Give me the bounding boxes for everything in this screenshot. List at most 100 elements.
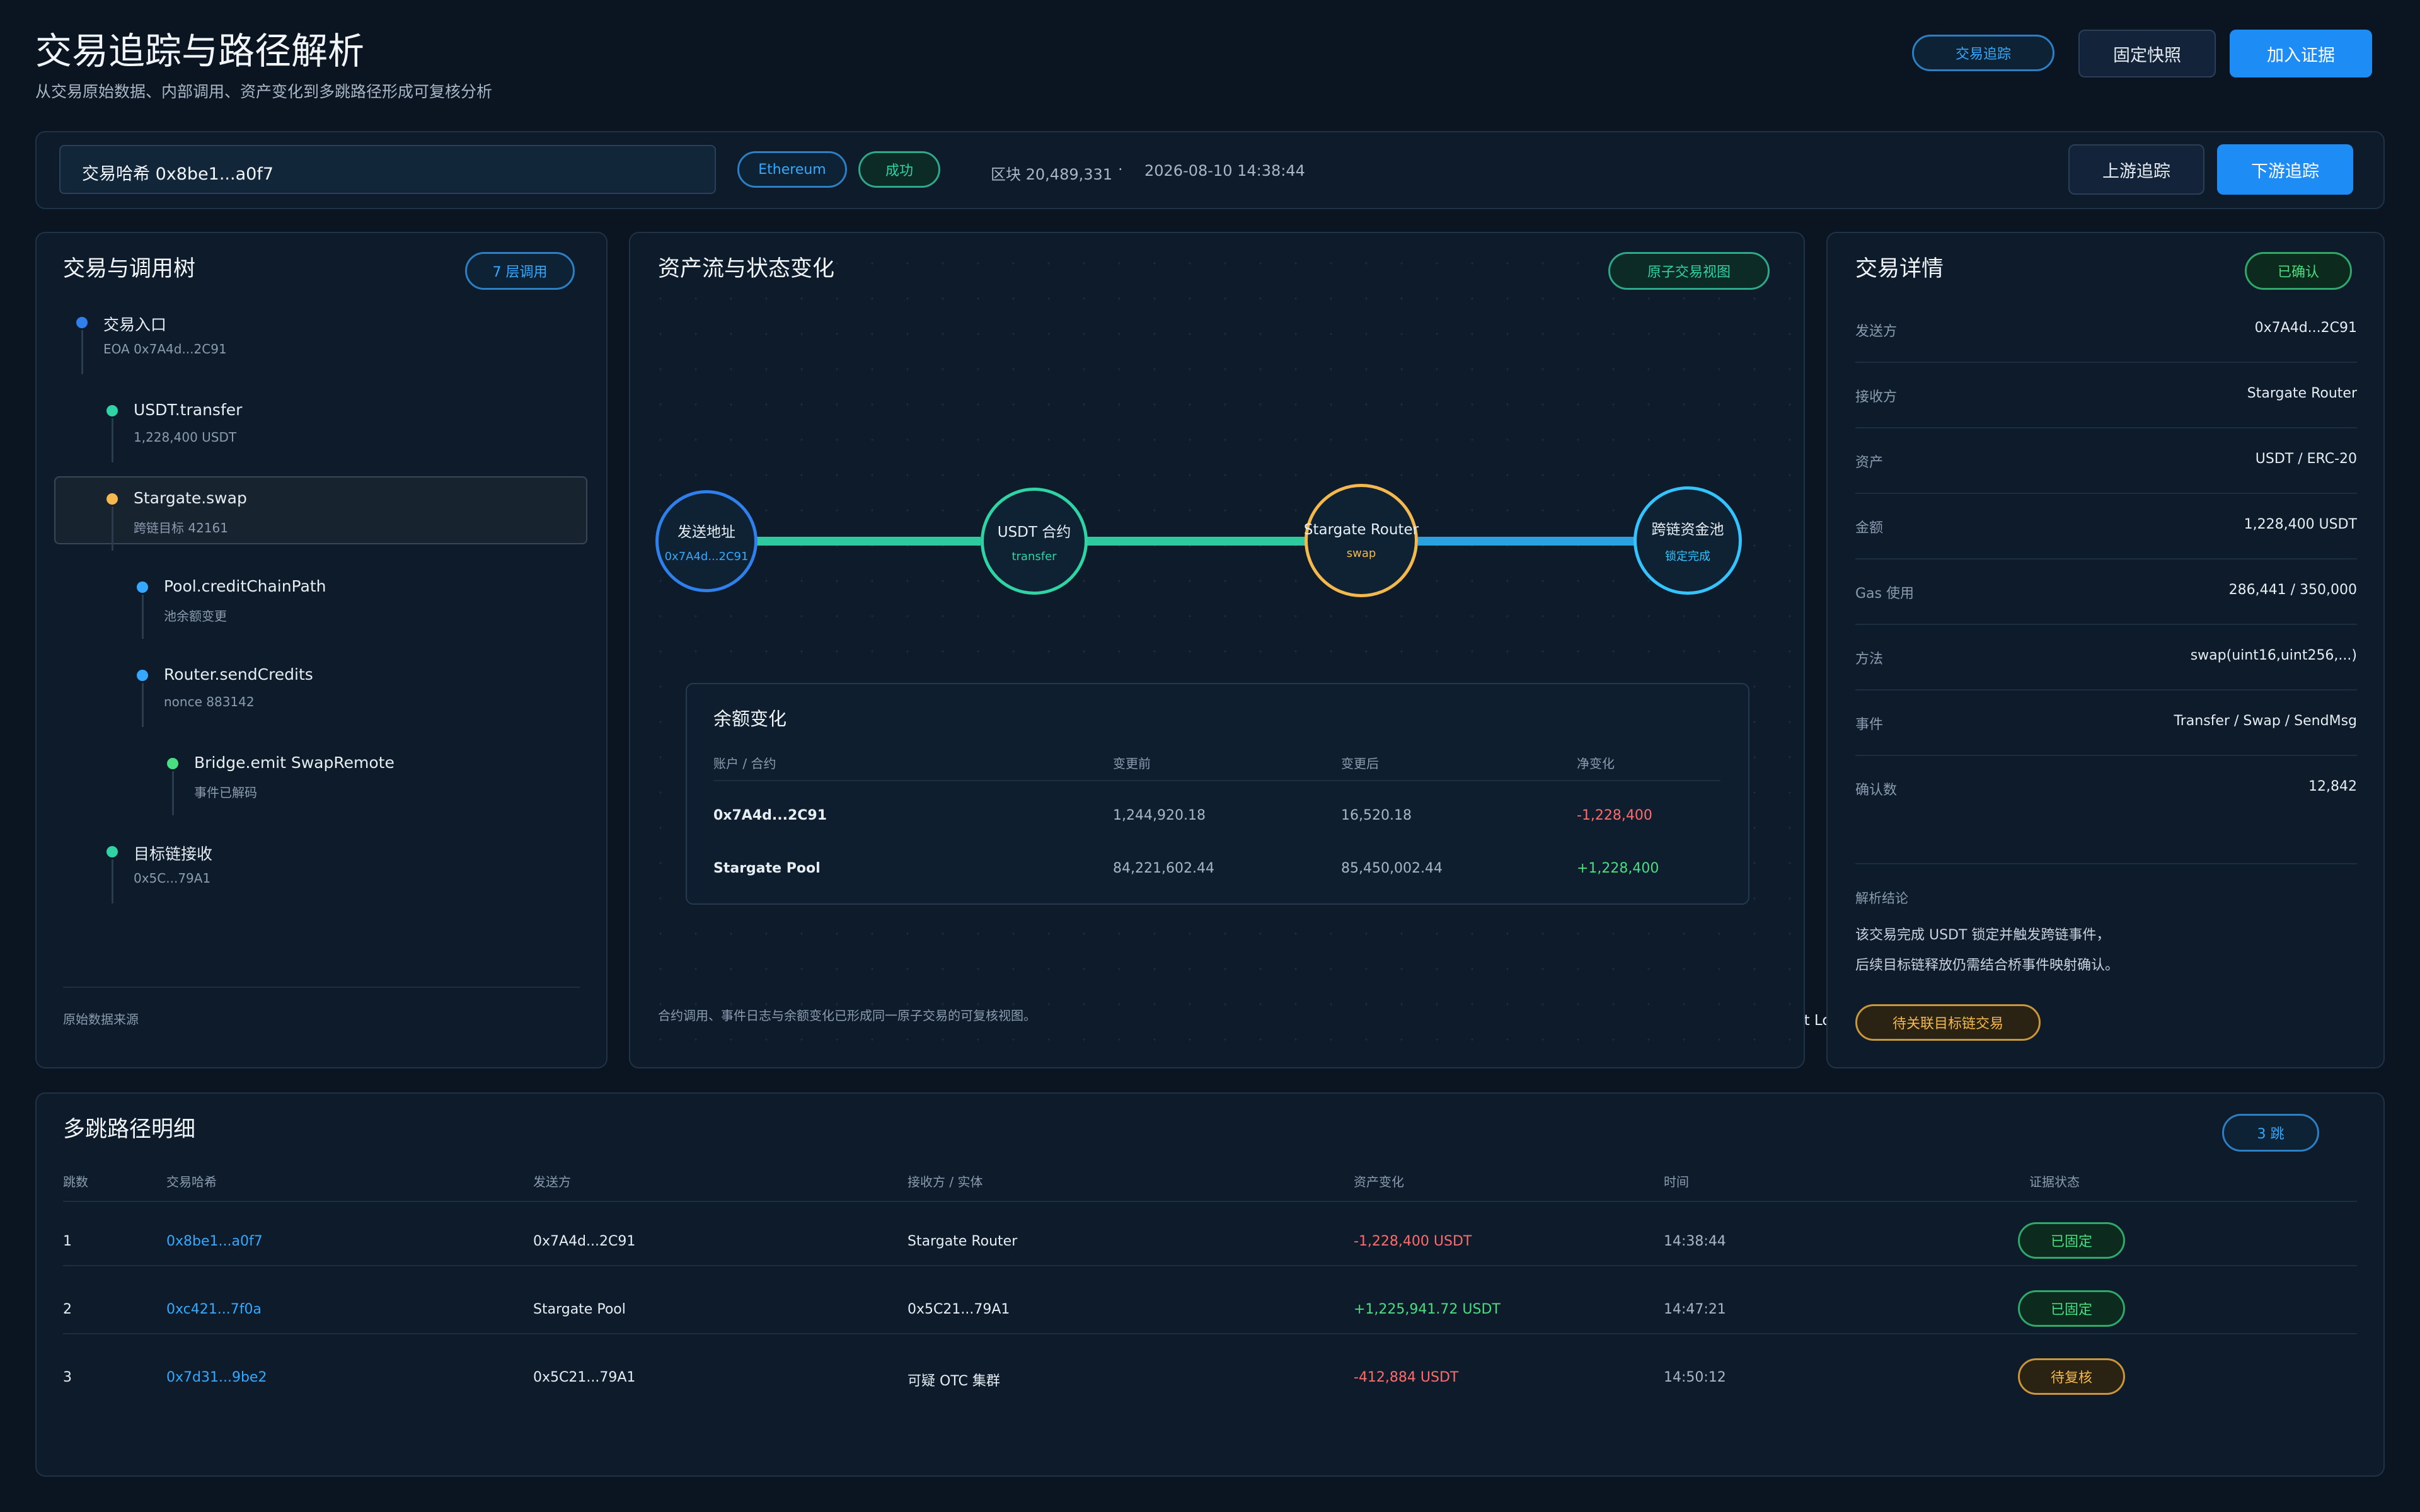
hop-time: 14:50:12: [1664, 1370, 1726, 1385]
hop-asset-change: -1,228,400 USDT: [1354, 1234, 1472, 1249]
flow-node-sub: transfer: [1011, 549, 1057, 563]
detail-row: Gas 使用 286,441 / 350,000: [1855, 559, 2357, 625]
call-depth-badge: 7 层调用: [465, 252, 575, 290]
evidence-status-badge[interactable]: 待复核: [2018, 1358, 2125, 1395]
hop-col-from: 发送方: [533, 1174, 571, 1189]
call-node-title[interactable]: USDT.transfer: [134, 401, 242, 419]
detail-value: Transfer / Swap / SendMsg: [2174, 713, 2357, 729]
call-node-sub: EOA 0x7A4d...2C91: [103, 341, 227, 357]
call-node-sub: nonce 883142: [164, 694, 255, 709]
detail-row: 接收方 Stargate Router: [1855, 363, 2357, 428]
call-node-dot: [107, 846, 118, 857]
call-node-title[interactable]: 目标链接收: [134, 842, 212, 864]
balance-col-delta: 净变化: [1577, 756, 1615, 771]
detail-label: 确认数: [1855, 782, 1898, 798]
flow-node-sender[interactable]: 发送地址 0x7A4d...2C91: [655, 490, 758, 592]
hop-tx-hash[interactable]: 0xc421...7f0a: [166, 1302, 262, 1317]
flow-edge-1: [756, 537, 981, 546]
balance-row-delta: -1,228,400: [1577, 808, 1652, 823]
downstream-trace-button[interactable]: 下游追踪: [2217, 144, 2353, 195]
hop-index: 2: [63, 1302, 72, 1317]
flow-node-title: USDT 合约: [997, 524, 1071, 541]
call-tree-divider: [63, 987, 580, 988]
mode-pill-trace[interactable]: 交易追踪: [1912, 35, 2054, 71]
multi-hop-panel: [35, 1092, 2385, 1477]
call-node-dot: [107, 493, 118, 505]
hop-row-divider: [63, 1265, 2357, 1266]
asset-flow-note: 合约调用、事件日志与余额变化已形成同一原子交易的可复核视图。: [658, 1008, 1036, 1023]
detail-row: 事件 Transfer / Swap / SendMsg: [1855, 690, 2357, 756]
balance-row-before: 84,221,602.44: [1113, 861, 1214, 876]
flow-node-sub: 锁定完成: [1665, 550, 1710, 563]
tx-details-title: 交易详情: [1855, 256, 1944, 282]
hop-col-index: 跳数: [63, 1174, 88, 1189]
call-node-connector: [172, 771, 174, 815]
hop-count-badge: 3 跳: [2222, 1114, 2319, 1152]
hop-from: Stargate Pool: [533, 1302, 626, 1317]
hop-asset-change: +1,225,941.72 USDT: [1354, 1302, 1501, 1317]
atomic-view-badge[interactable]: 原子交易视图: [1608, 252, 1770, 290]
flow-node-title: Stargate Router: [1303, 521, 1419, 538]
source-label: 原始数据来源: [63, 1012, 139, 1027]
call-node-dot: [167, 758, 178, 769]
hop-col-time: 时间: [1664, 1174, 1689, 1189]
detail-row: 资产 USDT / ERC-20: [1855, 428, 2357, 494]
details-divider: [1855, 863, 2357, 864]
call-node-title[interactable]: Bridge.emit SwapRemote: [194, 753, 395, 772]
add-evidence-button[interactable]: 加入证据: [2230, 30, 2372, 77]
detail-row: 确认数 12,842: [1855, 756, 2357, 822]
hop-header-divider: [63, 1201, 2357, 1202]
call-tree-title: 交易与调用树: [63, 256, 196, 282]
snapshot-button[interactable]: 固定快照: [2078, 30, 2216, 77]
chain-badge: Ethereum: [737, 151, 847, 188]
tx-timestamp: 2026-08-10 14:38:44: [1144, 162, 1305, 180]
detail-value: Stargate Router: [2247, 386, 2357, 401]
detail-value: 12,842: [2308, 779, 2357, 794]
detail-value: swap(uint16,uint256,...): [2190, 648, 2357, 663]
status-badge: 成功: [858, 151, 940, 188]
flow-edge-3: [1418, 537, 1635, 546]
evidence-status-badge[interactable]: 已固定: [2018, 1290, 2125, 1327]
asset-flow-title: 资产流与状态变化: [658, 256, 835, 282]
hop-from: 0x5C21...79A1: [533, 1370, 636, 1385]
confirmed-badge: 已确认: [2245, 252, 2352, 290]
balance-col-after: 变更后: [1341, 756, 1379, 771]
call-node-sub: 事件已解码: [194, 785, 257, 800]
upstream-trace-button[interactable]: 上游追踪: [2068, 144, 2204, 195]
tx-hash-value: 交易哈希 0x8be1...a0f7: [82, 164, 274, 184]
hop-row-divider: [63, 1333, 2357, 1334]
detail-label: 事件: [1855, 717, 1884, 733]
asset-flow-panel: [629, 232, 1805, 1068]
hop-col-status: 证据状态: [2029, 1174, 2080, 1189]
flow-node-stargate-router[interactable]: Stargate Router swap: [1303, 484, 1419, 597]
call-node-dot: [137, 670, 148, 681]
call-node-sub: 跨链目标 42161: [134, 520, 228, 536]
evidence-status-badge[interactable]: 已固定: [2018, 1222, 2125, 1259]
hop-tx-hash[interactable]: 0x7d31...9be2: [166, 1370, 267, 1385]
flow-node-usdt-contract[interactable]: USDT 合约 transfer: [981, 488, 1088, 595]
hop-index: 3: [63, 1370, 72, 1385]
call-node-title[interactable]: 交易入口: [103, 312, 166, 335]
call-tree-panel: [35, 232, 608, 1068]
hop-col-hash: 交易哈希: [166, 1174, 217, 1189]
detail-label: 接收方: [1855, 389, 1898, 405]
call-node-title[interactable]: Pool.creditChainPath: [164, 577, 326, 595]
balance-row-delta: +1,228,400: [1577, 861, 1659, 876]
link-target-chain-button[interactable]: 待关联目标链交易: [1855, 1004, 2041, 1041]
flow-node-title: 跨链资金池: [1651, 522, 1724, 538]
flow-node-bridge-pool[interactable]: 跨链资金池 锁定完成: [1634, 486, 1742, 595]
call-node-connector: [112, 507, 113, 551]
hop-to: 0x5C21...79A1: [908, 1302, 1010, 1317]
call-node-title[interactable]: Router.sendCredits: [164, 665, 313, 684]
detail-label: 方法: [1855, 651, 1884, 667]
call-node-connector: [142, 595, 144, 639]
multi-hop-title: 多跳路径明细: [63, 1117, 196, 1142]
balance-row-account: 0x7A4d...2C91: [713, 808, 827, 823]
hop-time: 14:47:21: [1664, 1302, 1726, 1317]
flow-edge-2: [1086, 537, 1307, 546]
balance-col-before: 变更前: [1113, 756, 1151, 771]
detail-value: USDT / ERC-20: [2255, 451, 2357, 467]
hop-tx-hash[interactable]: 0x8be1...a0f7: [166, 1234, 263, 1249]
call-node-title[interactable]: Stargate.swap: [134, 489, 247, 507]
hop-to: 可疑 OTC 集群: [908, 1373, 1000, 1389]
